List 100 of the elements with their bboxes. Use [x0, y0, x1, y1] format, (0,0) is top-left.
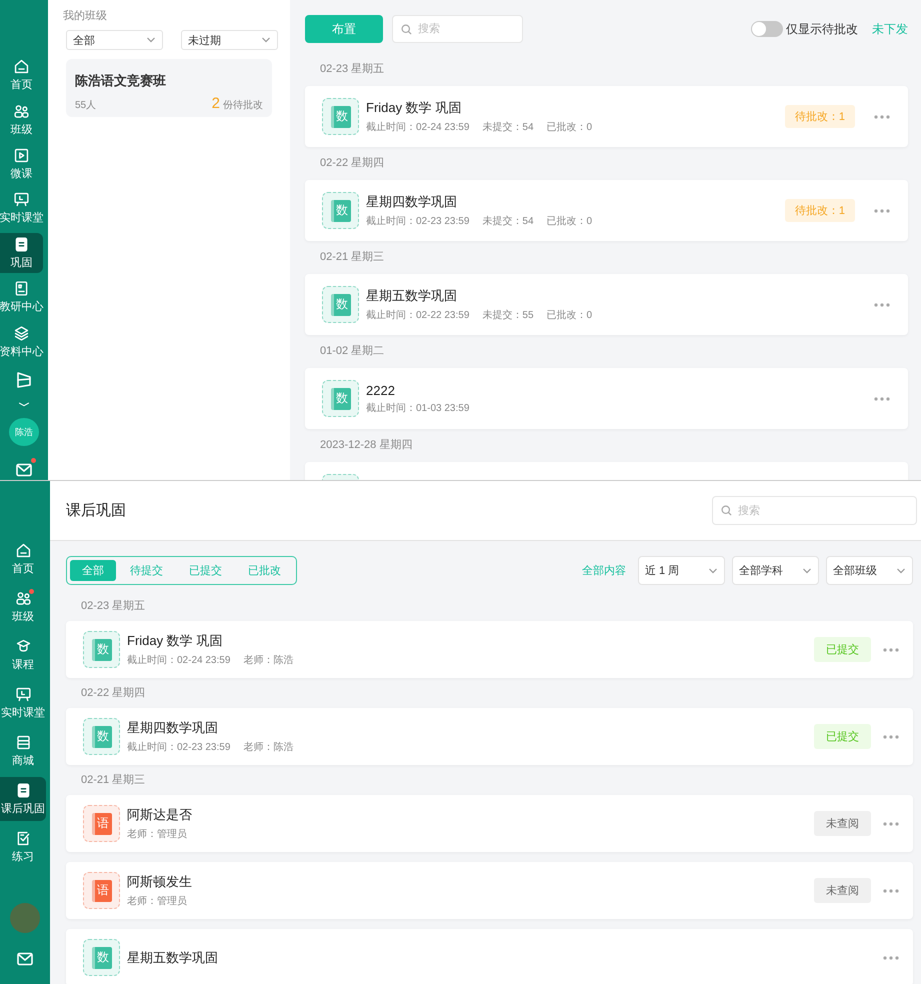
chevron-down-icon: [708, 566, 718, 576]
meta-text: 未提交：54: [482, 214, 534, 228]
assignment-card[interactable]: 数 Friday 数学 巩固 截止时间：02-24 23:59 未提交：54 已批改：0 待批改：1: [305, 86, 908, 147]
assignment-card[interactable]: 语 阿斯顿发生 老师：管理员 未查阅: [66, 862, 913, 919]
dropdown[interactable]: 全部: [66, 30, 163, 50]
assignment-title: 星期五数学巩固: [127, 948, 219, 966]
meta-text: 截止时间：02-22 23:59: [366, 308, 470, 322]
assignment-title: 星期五数学巩固: [366, 287, 458, 305]
assignment-card[interactable]: 数 Friday 数学 巩固 截止时间：02-24 23:59 老师：陈浩 已提交: [66, 621, 913, 678]
nav-item[interactable]: 练习: [0, 825, 46, 869]
subject-book-icon: 数: [330, 106, 350, 128]
student-count: 55人: [75, 99, 96, 112]
meta-text: 未提交：54: [482, 120, 534, 134]
chevron-down-icon: [802, 566, 812, 576]
more-icon[interactable]: [874, 114, 890, 118]
subject-book-icon: 数: [330, 294, 350, 316]
shop-icon: [14, 734, 32, 751]
meta-text: 已批改：0: [546, 308, 592, 322]
toggle-switch[interactable]: [751, 21, 783, 37]
chevron-down-icon: [261, 35, 271, 45]
notebook-icon: [14, 782, 32, 799]
subject-book-icon: 语: [92, 812, 112, 834]
meta-text: 截止时间：02-23 23:59: [366, 214, 470, 228]
nav-item[interactable]: 班级: [0, 99, 43, 140]
presentation-icon: [13, 191, 30, 208]
dropdown[interactable]: 近 1 周: [638, 556, 725, 585]
subject-book-icon: 语: [92, 880, 112, 902]
assign-button[interactable]: 布置: [305, 15, 383, 43]
video-icon: [13, 147, 30, 164]
assignment-card[interactable]: 数 星期五数学巩固 截止时间：02-22 23:59 未提交：55 已批改：0: [305, 274, 908, 335]
meta-text: 老师：陈浩: [243, 654, 294, 667]
assignment-card[interactable]: 数 2222 截止时间：01-03 23:59: [305, 368, 908, 429]
people-icon: [13, 102, 30, 120]
class-name: 陈浩语文竞赛班: [75, 72, 167, 90]
more-icon[interactable]: [883, 956, 899, 960]
subject-book-icon: 数: [92, 726, 112, 748]
meta-text: 已批改：0: [546, 120, 592, 134]
meta-text: 截止时间：02-23 23:59: [127, 740, 230, 754]
nav-item[interactable]: 实时课堂: [0, 188, 43, 229]
search-icon: [401, 24, 412, 34]
assignment-title: 2222: [366, 382, 396, 398]
date-heading: 02-21 星期三: [80, 773, 146, 788]
filter-tab[interactable]: 全部: [70, 560, 116, 581]
more-icon[interactable]: [874, 396, 890, 400]
more-icon[interactable]: [883, 822, 899, 826]
search-icon: [721, 505, 732, 516]
assignment-title: 星期四数学巩固: [366, 193, 458, 211]
date-heading: 02-22 星期四: [319, 156, 386, 171]
meta-text: 未提交：55: [482, 308, 534, 322]
assignment-card[interactable]: 数 星期五数学巩固: [66, 929, 913, 984]
status-tag: 未查阅: [814, 878, 871, 903]
nav-item[interactable]: 首页: [0, 55, 43, 96]
search-field[interactable]: 搜索: [392, 15, 523, 43]
date-heading: 2023-12-28 星期四: [319, 438, 414, 453]
assignment-title: 星期四数学巩固: [127, 719, 219, 737]
avatar[interactable]: 陈浩: [9, 418, 39, 446]
checklist-icon: [14, 830, 32, 847]
chevron-down-icon: [146, 35, 156, 45]
subject-book-icon: 数: [330, 200, 350, 222]
document-icon: [13, 280, 30, 298]
nav-item[interactable]: 课后巩固: [0, 777, 46, 821]
more-icon[interactable]: [883, 888, 899, 892]
avatar-photo[interactable]: [10, 903, 40, 933]
dropdown[interactable]: 全部班级: [826, 556, 913, 585]
dropdown[interactable]: 全部学科: [732, 556, 819, 585]
dropdown[interactable]: 未过期: [181, 30, 278, 50]
nav-item[interactable]: 首页: [0, 537, 46, 581]
class-card[interactable]: 陈浩语文竞赛班 55人 2 份待批改: [66, 59, 272, 117]
nav-item[interactable]: 微课: [0, 144, 43, 184]
assignment-card[interactable]: 语 阿斯达是否 老师：管理员 未查阅: [66, 795, 913, 852]
nav-item[interactable]: 课程: [0, 633, 46, 677]
nav-item[interactable]: 班级: [0, 585, 46, 629]
meta-text: 老师：陈浩: [243, 740, 294, 754]
more-icon[interactable]: [883, 648, 899, 652]
home-icon: [14, 542, 32, 559]
assignment-card[interactable]: 数 星期四数学巩固 截止时间：02-23 23:59 老师：陈浩 已提交: [66, 708, 913, 765]
assignment-title: Friday 数学 巩固: [366, 99, 462, 117]
nav-item[interactable]: 巩固: [0, 232, 43, 274]
more-icon[interactable]: [874, 208, 890, 212]
subject-book-icon: 数: [92, 638, 112, 660]
more-icon[interactable]: [883, 734, 899, 738]
meta-text: 截止时间：02-24 23:59: [366, 120, 470, 134]
pending-count: 2: [212, 95, 220, 112]
assignment-title: 阿斯顿发生: [127, 873, 193, 891]
nav-item[interactable]: 商城: [0, 729, 46, 773]
notebook-icon: [13, 236, 30, 253]
meta-text: 截止时间：01-03 23:59: [366, 402, 470, 414]
search-field[interactable]: 搜索: [712, 496, 917, 525]
status-tag: 已提交: [814, 637, 871, 662]
assignment-card[interactable]: 数 星期四数学巩固 截止时间：02-23 23:59 未提交：54 已批改：0 待批改：1: [305, 180, 908, 241]
nav-item[interactable]: 资料中心: [0, 322, 43, 362]
toggle-label: 仅显示待批改: [786, 20, 858, 38]
nav-item[interactable]: 实时课堂: [0, 681, 46, 725]
meta-text: 老师：管理员: [127, 894, 187, 908]
date-heading: 02-23 星期五: [319, 62, 386, 77]
assignment-title: 阿斯达是否: [127, 806, 193, 824]
more-icon[interactable]: [874, 302, 890, 306]
pending-label: 份待批改: [223, 98, 263, 112]
meta-text: 已批改：0: [546, 214, 592, 228]
date-heading: 02-22 星期四: [80, 686, 146, 701]
